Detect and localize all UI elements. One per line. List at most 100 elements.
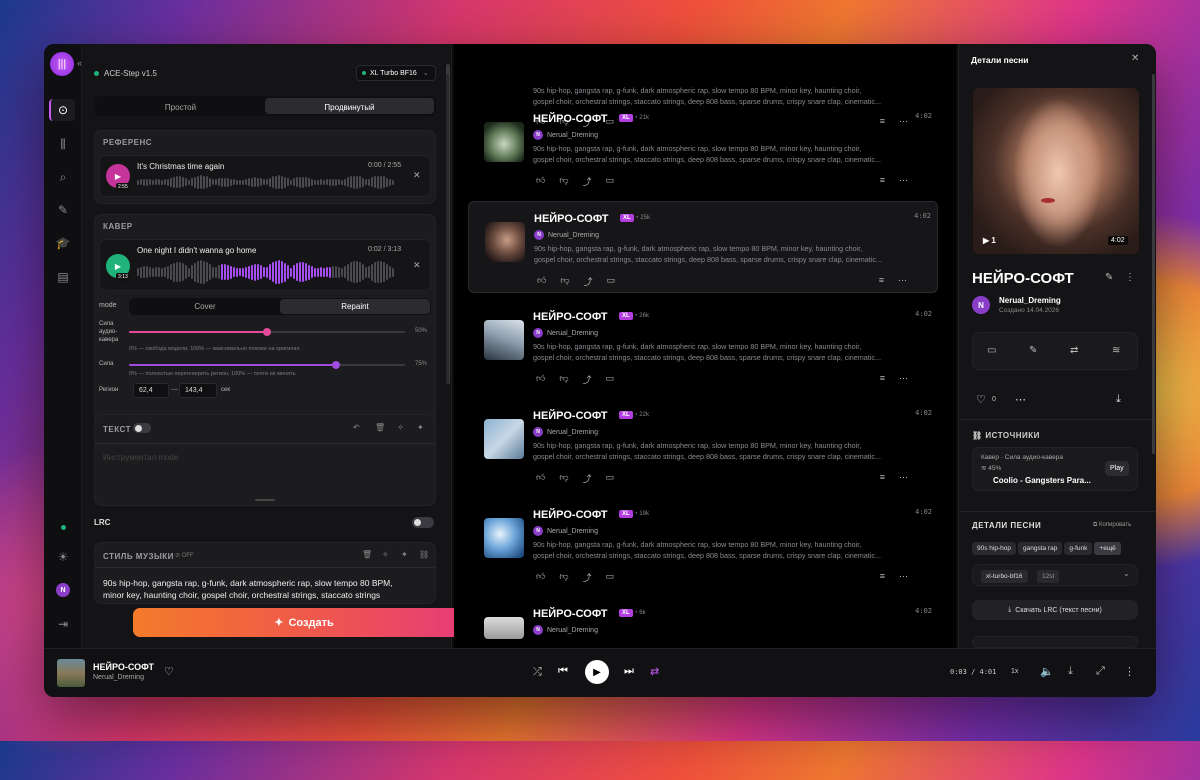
mode-repaint-option[interactable]: Repaint bbox=[280, 299, 430, 314]
thumbs-up-icon[interactable]: 👍︎ bbox=[536, 472, 545, 485]
share-icon[interactable]: ⤴ bbox=[584, 275, 593, 288]
lrc-toggle[interactable] bbox=[412, 517, 434, 528]
delete-icon[interactable]: 🗑 bbox=[375, 423, 385, 432]
style-delete-icon[interactable]: 🗑 bbox=[362, 550, 372, 559]
strength-slider[interactable] bbox=[129, 328, 405, 336]
create-nav-icon[interactable]: ⊙ bbox=[49, 99, 75, 121]
song-thumbnail[interactable] bbox=[484, 617, 524, 639]
reference-waveform[interactable] bbox=[137, 174, 399, 190]
song-thumbnail[interactable] bbox=[484, 122, 524, 162]
song-title[interactable]: НЕЙРО-СОФТ bbox=[533, 311, 608, 323]
video-icon[interactable]: ▭ bbox=[606, 472, 615, 485]
video-icon[interactable]: ▭ bbox=[606, 175, 615, 188]
add-to-queue-icon[interactable]: ≡ bbox=[880, 571, 885, 582]
previous-icon[interactable]: ⏮ bbox=[558, 665, 568, 678]
download-icon[interactable]: ⤓ bbox=[1116, 393, 1121, 406]
song-row[interactable]: НЕЙРО-СОФТ XL ◔ 21k N Nerual_Dreming 4:02… bbox=[468, 102, 938, 194]
more-options-icon[interactable]: ⋮ bbox=[1125, 272, 1135, 283]
more-icon[interactable]: ⋯ bbox=[899, 571, 908, 582]
song-thumbnail[interactable] bbox=[485, 222, 525, 262]
cover-play-count[interactable]: ▶ 1 bbox=[983, 236, 996, 245]
song-row[interactable]: НЕЙРО-СОФТ XL ◔ 19k N Nerual_Dreming 4:02… bbox=[468, 498, 938, 590]
now-playing-title[interactable]: НЕЙРО-СОФТ bbox=[93, 662, 154, 672]
mode-cover-option[interactable]: Cover bbox=[130, 299, 280, 314]
thumbs-up-icon[interactable]: 👍︎ bbox=[537, 275, 546, 288]
tag-pill[interactable]: gangsta rap bbox=[1017, 542, 1063, 555]
song-author[interactable]: N Nerual_Dreming bbox=[534, 230, 599, 240]
source-card[interactable]: Кавер · Сила аудио-кавера ≋ 45% Coolio -… bbox=[972, 447, 1138, 491]
thumbs-down-icon[interactable]: 👎︎ bbox=[559, 373, 568, 386]
cover-waveform[interactable] bbox=[137, 260, 399, 284]
edit-title-icon[interactable]: ✎ bbox=[1105, 272, 1113, 283]
tag-pill[interactable]: 90s hip-hop bbox=[972, 542, 1016, 555]
thumbs-down-icon[interactable]: 👎︎ bbox=[560, 275, 569, 288]
remove-cover-icon[interactable]: ✕ bbox=[413, 260, 421, 271]
region-start-input[interactable]: 62,4 bbox=[133, 383, 169, 398]
download-lrc-button[interactable]: ⤓ Скачать LRC (текст песни) bbox=[972, 600, 1138, 620]
volume-icon[interactable]: 🔈 bbox=[1040, 665, 1054, 678]
model-select[interactable]: XL Turbo BF16 ⌄ bbox=[356, 65, 436, 81]
shuffle-icon[interactable]: ⤮ bbox=[533, 666, 542, 679]
song-row[interactable]: 90s hip-hop, gangsta rap, g-funk, dark a… bbox=[468, 44, 938, 128]
share-icon[interactable]: ⤴ bbox=[583, 175, 592, 188]
author-avatar[interactable]: N bbox=[972, 296, 990, 314]
tools-nav-icon[interactable]: ✎ bbox=[52, 199, 74, 221]
user-avatar[interactable]: N bbox=[52, 579, 74, 601]
more-icon[interactable]: ⋯ bbox=[899, 373, 908, 384]
learn-nav-icon[interactable]: 🎓 bbox=[52, 232, 74, 254]
song-row[interactable]: НЕЙРО-СОФТ XL ◔ 22k N Nerual_Dreming 4:02… bbox=[468, 399, 938, 491]
like-icon[interactable]: ♡ bbox=[976, 393, 986, 406]
song-author[interactable]: N Nerual_Dreming bbox=[533, 328, 598, 338]
source-play-button[interactable]: Play bbox=[1105, 461, 1129, 476]
song-author[interactable]: N Nerual_Dreming bbox=[533, 625, 598, 635]
next-icon[interactable]: ⏭ bbox=[624, 665, 634, 678]
power-slider[interactable] bbox=[129, 361, 405, 369]
song-author[interactable]: N Nerual_Dreming bbox=[533, 526, 598, 536]
song-title[interactable]: НЕЙРО-СОФТ bbox=[533, 410, 608, 422]
song-title[interactable]: НЕЙРО-СОФТ bbox=[534, 213, 609, 225]
style-off-badge[interactable]: ⊘ OFF bbox=[175, 552, 194, 559]
player-more-icon[interactable]: ⋮ bbox=[1124, 665, 1135, 678]
player-download-icon[interactable]: ⤓ bbox=[1068, 665, 1073, 678]
song-thumbnail[interactable] bbox=[484, 320, 524, 360]
thumbs-up-icon[interactable]: 👍︎ bbox=[536, 175, 545, 188]
thumbs-up-icon[interactable]: 👍︎ bbox=[536, 373, 545, 386]
remove-reference-icon[interactable]: ✕ bbox=[413, 170, 421, 181]
add-to-queue-icon[interactable]: ≡ bbox=[880, 472, 885, 483]
fullscreen-icon[interactable]: ⤢ bbox=[1096, 665, 1105, 678]
add-to-queue-icon[interactable]: ≡ bbox=[879, 275, 884, 286]
style-sparkle-icon[interactable]: ✦ bbox=[401, 550, 408, 559]
style-wand-icon[interactable]: ✧ bbox=[382, 550, 389, 559]
region-end-input[interactable]: 143,4 bbox=[179, 383, 217, 398]
song-title[interactable]: НЕЙРО-СОФТ bbox=[533, 608, 608, 620]
tab-simple[interactable]: Простой bbox=[96, 98, 265, 114]
thumbs-down-icon[interactable]: 👎︎ bbox=[559, 571, 568, 584]
song-row[interactable]: НЕЙРО-СОФТ XL ◔ 26k N Nerual_Dreming 4:02… bbox=[468, 300, 938, 392]
sparkle-icon[interactable]: ✦ bbox=[417, 423, 424, 432]
lyrics-input[interactable]: Инструментал mode bbox=[103, 453, 178, 462]
song-author[interactable]: N Nerual_Dreming bbox=[533, 427, 598, 437]
undo-icon[interactable]: ↶ bbox=[353, 423, 360, 432]
song-thumbnail[interactable] bbox=[484, 518, 524, 558]
close-icon[interactable]: ✕ bbox=[1131, 53, 1139, 64]
details-author[interactable]: Nerual_Dreming bbox=[999, 296, 1061, 305]
library-nav-icon[interactable]: ⫼ bbox=[52, 133, 74, 155]
tag-pill[interactable]: g-funk bbox=[1064, 542, 1093, 555]
video-icon[interactable]: ▭ bbox=[607, 275, 616, 288]
video-icon[interactable]: ▭ bbox=[987, 345, 996, 356]
share-icon[interactable]: ⤴ bbox=[583, 472, 592, 485]
share-icon[interactable]: ⤴ bbox=[583, 571, 592, 584]
speed-button[interactable]: 1x bbox=[1011, 668, 1018, 675]
model-details-row[interactable]: xl-turbo-bf16 12st ⌄ bbox=[972, 564, 1138, 586]
tab-advanced[interactable]: Продвинутый bbox=[265, 98, 434, 114]
tag-pill[interactable]: +ещё bbox=[1094, 542, 1121, 555]
song-title[interactable]: НЕЙРО-СОФТ bbox=[533, 509, 608, 521]
repeat-icon[interactable]: ⇄ bbox=[650, 665, 659, 678]
lyrics-toggle[interactable] bbox=[133, 423, 151, 433]
song-thumbnail[interactable] bbox=[484, 419, 524, 459]
thumbs-down-icon[interactable]: 👎︎ bbox=[559, 472, 568, 485]
thumbs-down-icon[interactable]: 👎︎ bbox=[559, 175, 568, 188]
remix-icon[interactable]: ⇄ bbox=[1070, 345, 1078, 356]
video-icon[interactable]: ▭ bbox=[606, 571, 615, 584]
search-nav-icon[interactable]: ⌕ bbox=[52, 166, 74, 188]
